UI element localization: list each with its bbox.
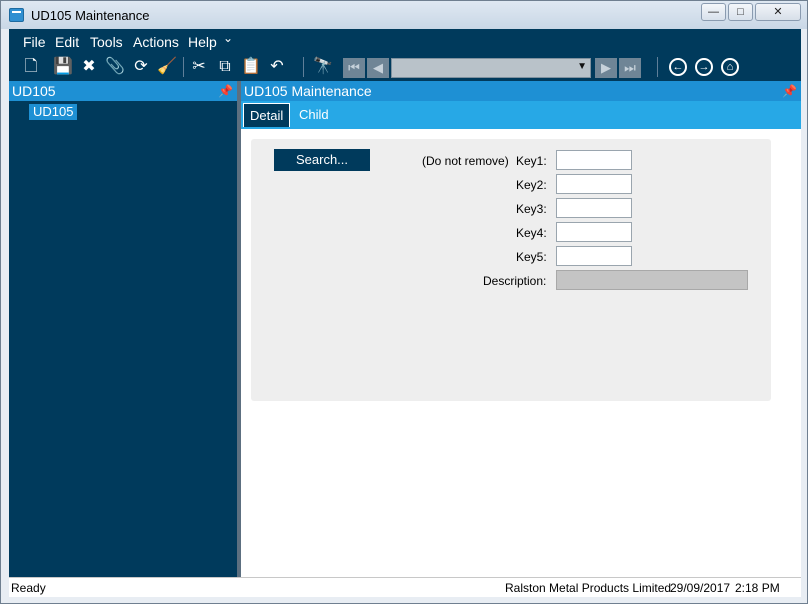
menu-tools[interactable]: Tools	[90, 34, 123, 50]
detail-form: Search... (Do not remove) Key1: Key2: Ke…	[251, 139, 771, 401]
description-label: Description:	[483, 274, 547, 288]
next-record-button[interactable]: ▶	[595, 58, 617, 78]
tab-child[interactable]: Child	[293, 103, 335, 127]
close-button[interactable]: ✕	[755, 3, 801, 21]
status-date: 29/09/2017	[670, 581, 731, 595]
main-panel: UD105 Maintenance 📌 Detail Child Search.…	[241, 81, 801, 577]
tab-bar: Detail Child	[241, 101, 801, 129]
key4-label: Key4:	[516, 226, 547, 240]
save-icon[interactable]: 💾	[53, 57, 73, 77]
paste-icon[interactable]: 📋	[241, 57, 261, 77]
menu-bar: File Edit Tools Actions Help ⌄	[9, 29, 801, 53]
do-not-remove-note: (Do not remove)	[422, 154, 509, 168]
menu-edit[interactable]: Edit	[55, 34, 79, 50]
minimize-button[interactable]: —	[701, 3, 726, 21]
tree-panel: UD105 📌 UD105	[9, 81, 237, 577]
pin-icon[interactable]: 📌	[782, 81, 797, 101]
application-window: UD105 Maintenance — □ ✕ File Edit Tools …	[0, 0, 808, 604]
key3-label: Key3:	[516, 202, 547, 216]
key1-input[interactable]	[556, 150, 632, 170]
status-company: Ralston Metal Products Limited	[505, 581, 672, 595]
key2-input[interactable]	[556, 174, 632, 194]
last-record-button[interactable]: ⏭	[619, 58, 641, 78]
main-panel-title: UD105 Maintenance	[244, 83, 372, 99]
maximize-button[interactable]: □	[728, 3, 753, 21]
app-icon	[9, 8, 24, 22]
pin-icon[interactable]: 📌	[218, 81, 233, 101]
back-icon[interactable]: ←	[669, 58, 687, 76]
menu-file[interactable]: File	[23, 34, 46, 50]
forward-icon[interactable]: →	[695, 58, 713, 76]
home-icon[interactable]: ⌂	[721, 58, 739, 76]
status-message: Ready	[11, 581, 46, 595]
toolbar-separator	[183, 57, 184, 77]
status-time: 2:18 PM	[735, 581, 780, 595]
record-navigation-combo[interactable]: ▼	[391, 58, 591, 78]
first-record-button[interactable]: ⏮	[343, 58, 365, 78]
key5-input[interactable]	[556, 246, 632, 266]
tree-panel-title: UD105	[12, 83, 56, 99]
search-button[interactable]: Search...	[274, 149, 370, 171]
tree-panel-header: UD105 📌	[9, 81, 237, 101]
status-bar: Ready Ralston Metal Products Limited 29/…	[9, 577, 801, 597]
window-title: UD105 Maintenance	[31, 8, 150, 23]
cut-icon[interactable]: ✂	[189, 57, 209, 77]
menu-help[interactable]: Help	[188, 34, 217, 50]
previous-record-button[interactable]: ◀	[367, 58, 389, 78]
key1-label: Key1:	[516, 154, 547, 168]
main-panel-header: UD105 Maintenance 📌	[241, 81, 801, 101]
key5-label: Key5:	[516, 250, 547, 264]
toolbar: 🗋 💾 ✖ 📎 ⟳ 🧹 ✂ ⧉ 📋 ↶ 🔭 ⏮ ◀ ▼ ▶ ⏭ ← → ⌂	[9, 53, 801, 81]
copy-icon[interactable]: ⧉	[215, 57, 235, 77]
attach-icon[interactable]: 📎	[105, 57, 125, 77]
description-input	[556, 270, 748, 290]
title-bar[interactable]: UD105 Maintenance — □ ✕	[1, 1, 807, 29]
toolbar-separator	[657, 57, 658, 77]
key4-input[interactable]	[556, 222, 632, 242]
undo-icon[interactable]: ↶	[267, 57, 287, 77]
dropdown-arrow-icon: ▼	[577, 61, 587, 72]
menu-actions[interactable]: Actions	[133, 34, 179, 50]
key3-input[interactable]	[556, 198, 632, 218]
refresh-icon[interactable]: ⟳	[131, 57, 151, 77]
clear-icon[interactable]: 🧹	[157, 57, 177, 77]
toolbar-separator	[303, 57, 304, 77]
search-icon[interactable]: 🔭	[313, 57, 333, 77]
tab-detail[interactable]: Detail	[243, 103, 291, 127]
delete-icon[interactable]: ✖	[79, 57, 99, 77]
key2-label: Key2:	[516, 178, 547, 192]
new-icon[interactable]: 🗋	[21, 57, 41, 77]
menu-overflow-icon[interactable]: ⌄	[223, 31, 233, 45]
tree-item-ud105[interactable]: UD105	[29, 104, 78, 120]
content-frame: File Edit Tools Actions Help ⌄ 🗋 💾 ✖ 📎 ⟳…	[9, 29, 801, 597]
